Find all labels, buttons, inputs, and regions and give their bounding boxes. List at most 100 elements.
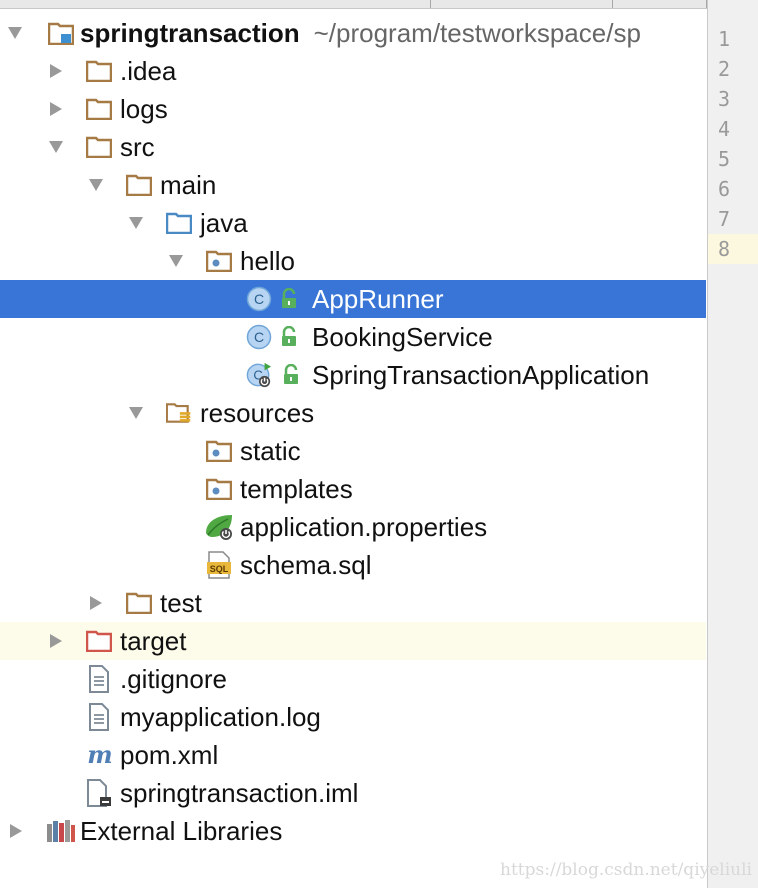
collapse-arrow-icon[interactable] — [44, 128, 68, 166]
line-number: 6 — [718, 177, 731, 201]
top-toolbar-strip — [0, 0, 758, 9]
tree-node-label: schema.sql — [240, 550, 372, 580]
collapse-arrow-icon[interactable] — [164, 242, 188, 280]
tree-node-myapplication-log[interactable]: myapplication.log — [0, 698, 706, 736]
tree-node-external-libraries[interactable]: External Libraries — [0, 812, 706, 850]
project-path: ~/program/testworkspace/sp — [313, 18, 641, 48]
spring-properties-icon — [204, 514, 234, 540]
expand-arrow-icon[interactable] — [44, 52, 68, 90]
expand-arrow-icon[interactable] — [84, 584, 108, 622]
tree-node-pom-xml[interactable]: m pom.xml — [0, 736, 706, 774]
tree-node-src[interactable]: src — [0, 128, 706, 166]
tree-node-label: springtransaction.iml — [120, 778, 359, 808]
tree-node-springtransaction-iml[interactable]: springtransaction.iml — [0, 774, 706, 812]
tree-node-templates[interactable]: templates — [0, 470, 706, 508]
tree-node-label: application.properties — [240, 512, 488, 542]
tree-node-root[interactable]: springtransaction ~/program/testworkspace… — [0, 14, 706, 52]
tree-node-label: AppRunner — [312, 284, 444, 314]
tree-node-hello[interactable]: hello — [0, 242, 706, 280]
tree-node-label: SpringTransactionApplication — [312, 360, 650, 390]
lock-icon — [280, 362, 302, 388]
tree-node-label: templates — [240, 474, 353, 504]
iml-file-icon — [86, 779, 112, 807]
tree-node-resources[interactable]: resources — [0, 394, 706, 432]
sql-file-icon: SQL — [206, 551, 232, 579]
tree-node-label: resources — [200, 398, 315, 428]
tree-node-label: java — [200, 208, 248, 238]
tree-node-schema-sql[interactable]: SQL schema.sql — [0, 546, 706, 584]
tree-node-gitignore[interactable]: .gitignore — [0, 660, 706, 698]
tree-node-springtransactionapplication[interactable]: C SpringTransactionApplication — [0, 356, 706, 394]
expand-arrow-icon[interactable] — [44, 622, 68, 660]
source-folder-icon — [166, 210, 192, 236]
toolbar-separator — [612, 0, 613, 8]
tree-node-label: src — [120, 132, 155, 162]
lock-icon — [278, 286, 300, 312]
project-name: springtransaction — [80, 18, 300, 48]
tree-node-label: springtransaction ~/program/testworkspace… — [80, 14, 641, 52]
resources-folder-icon — [166, 400, 192, 426]
svg-text:SQL: SQL — [210, 564, 229, 574]
package-icon — [206, 438, 232, 464]
tree-node-label: pom.xml — [120, 740, 219, 770]
line-number: 5 — [718, 147, 731, 171]
folder-icon — [86, 58, 112, 84]
svg-text:m: m — [87, 742, 112, 768]
tree-node-static[interactable]: static — [0, 432, 706, 470]
folder-icon — [126, 590, 152, 616]
lock-icon — [278, 324, 300, 350]
tree-node-test[interactable]: test — [0, 584, 706, 622]
class-icon: C — [246, 286, 272, 312]
maven-icon: m — [84, 742, 116, 768]
tree-node-label: target — [120, 626, 187, 656]
line-number: 2 — [718, 57, 731, 81]
collapse-arrow-icon[interactable] — [84, 166, 108, 204]
line-number: 3 — [718, 87, 731, 111]
folder-icon — [126, 172, 152, 198]
tree-node-label: test — [160, 588, 202, 618]
tree-node-target[interactable]: target — [0, 622, 706, 660]
tree-node-label: myapplication.log — [120, 702, 321, 732]
tree-node-idea[interactable]: .idea — [0, 52, 706, 90]
folder-icon — [86, 96, 112, 122]
tree-node-label: .idea — [120, 56, 177, 86]
collapse-arrow-icon[interactable] — [124, 394, 148, 432]
tree-node-label: logs — [120, 94, 168, 124]
spring-boot-class-icon: C — [246, 362, 272, 388]
tree-node-main[interactable]: main — [0, 166, 706, 204]
line-number: 7 — [718, 207, 731, 231]
line-number: 4 — [718, 117, 731, 141]
project-tree: springtransaction ~/program/testworkspace… — [0, 14, 706, 888]
line-number: 1 — [718, 27, 731, 51]
module-folder-icon — [48, 20, 74, 46]
tree-node-label: static — [240, 436, 301, 466]
watermark: https://blog.csdn.net/qiyeliuli — [500, 860, 752, 880]
tree-node-apprunner[interactable]: C AppRunner — [0, 280, 706, 318]
tree-node-label: hello — [240, 246, 295, 276]
folder-icon — [86, 134, 112, 160]
tree-node-logs[interactable]: logs — [0, 90, 706, 128]
text-file-icon — [86, 665, 112, 693]
toolbar-separator — [430, 0, 431, 8]
tree-node-bookingservice[interactable]: C BookingService — [0, 318, 706, 356]
expand-arrow-icon[interactable] — [4, 812, 28, 850]
package-icon — [206, 248, 232, 274]
tree-node-label: main — [160, 170, 217, 200]
expand-arrow-icon[interactable] — [44, 90, 68, 128]
collapse-arrow-icon[interactable] — [3, 14, 27, 52]
line-number-current: 8 — [708, 234, 758, 264]
excluded-folder-icon — [86, 628, 112, 654]
editor-line-gutter: 1 2 3 4 5 6 7 8 — [707, 0, 758, 888]
tree-node-label: External Libraries — [80, 816, 283, 846]
package-icon — [206, 476, 232, 502]
text-file-icon — [86, 703, 112, 731]
collapse-arrow-icon[interactable] — [124, 204, 148, 242]
svg-text:C: C — [254, 329, 264, 345]
tree-node-label: .gitignore — [120, 664, 227, 694]
svg-text:C: C — [254, 291, 264, 307]
libraries-icon — [46, 818, 76, 844]
tree-node-java[interactable]: java — [0, 204, 706, 242]
class-icon: C — [246, 324, 272, 350]
tree-node-label: BookingService — [312, 322, 493, 352]
tree-node-application-properties[interactable]: application.properties — [0, 508, 706, 546]
